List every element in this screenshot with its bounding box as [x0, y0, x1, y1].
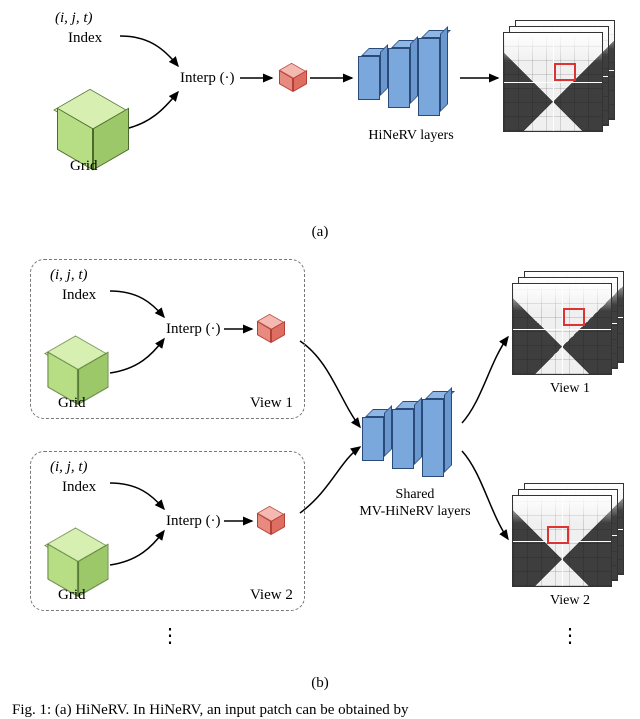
v1-index-expr: (i, j, t) [50, 267, 88, 284]
v2-grid-cube [50, 537, 101, 588]
net-label: HiNeRV layers [356, 128, 466, 145]
panel-b: (i, j, t) Index Grid Interp (·) View 1 (… [0, 251, 640, 671]
shared-net-label: Shared MV-HiNeRV layers [350, 487, 480, 521]
v1-interp-label: Interp (·) [166, 321, 221, 338]
v1-grid-label: Grid [58, 395, 86, 412]
v1-view-label: View 1 [250, 395, 293, 412]
interp-label: Interp (·) [180, 70, 235, 87]
feature-tensor [280, 68, 306, 90]
v1-index-label: Index [62, 287, 96, 304]
index-expr: (i, j, t) [55, 10, 93, 27]
v1-grid-cube [50, 345, 101, 396]
out1-label: View 1 [540, 381, 600, 398]
v2-tensor [258, 511, 284, 533]
v2-grid-label: Grid [58, 587, 86, 604]
panel-b-caption: (b) [0, 675, 640, 692]
panel-a: (i, j, t) Index Grid Interp (·) HiNeRV l… [0, 0, 640, 220]
index-label: Index [68, 30, 102, 47]
v1-tensor [258, 319, 284, 341]
out2-label: View 2 [540, 593, 600, 610]
v2-index-label: Index [62, 479, 96, 496]
right-vdots: ⋮ [560, 623, 580, 648]
grid-label: Grid [70, 158, 98, 175]
figure-caption: Fig. 1: (a) HiNeRV. In HiNeRV, an input … [12, 702, 628, 719]
panel-a-caption: (a) [0, 224, 640, 241]
v2-index-expr: (i, j, t) [50, 459, 88, 476]
v2-interp-label: Interp (·) [166, 513, 221, 530]
grid-cube [60, 100, 120, 160]
left-vdots: ⋮ [160, 623, 180, 648]
v2-view-label: View 2 [250, 587, 293, 604]
